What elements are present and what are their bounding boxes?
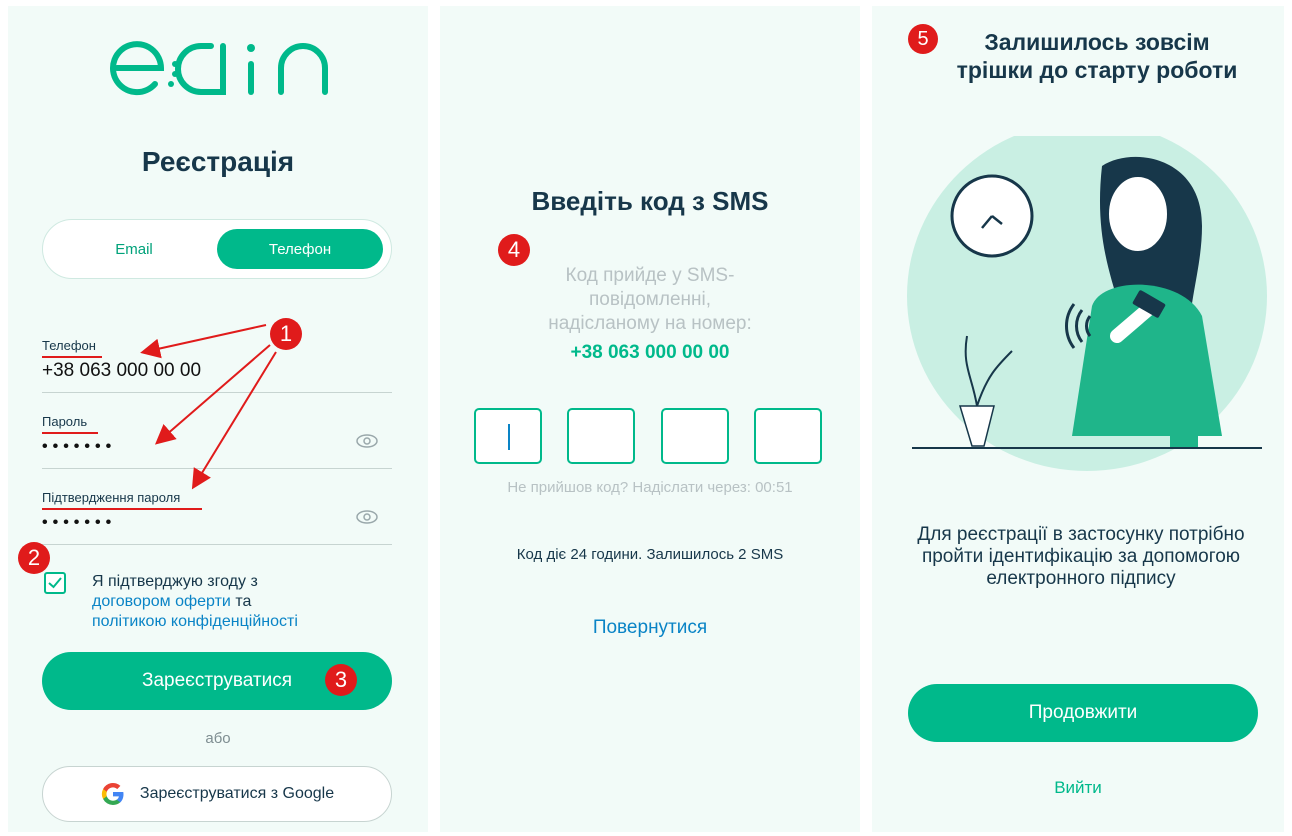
annotation-badge: 3 — [325, 664, 357, 696]
annotation-badge: 4 — [498, 234, 530, 266]
annotation-badge: 5 — [908, 24, 938, 54]
annotation-badge: 1 — [270, 318, 302, 350]
annotation-badge: 2 — [18, 542, 50, 574]
annotation-arrows — [140, 324, 277, 490]
